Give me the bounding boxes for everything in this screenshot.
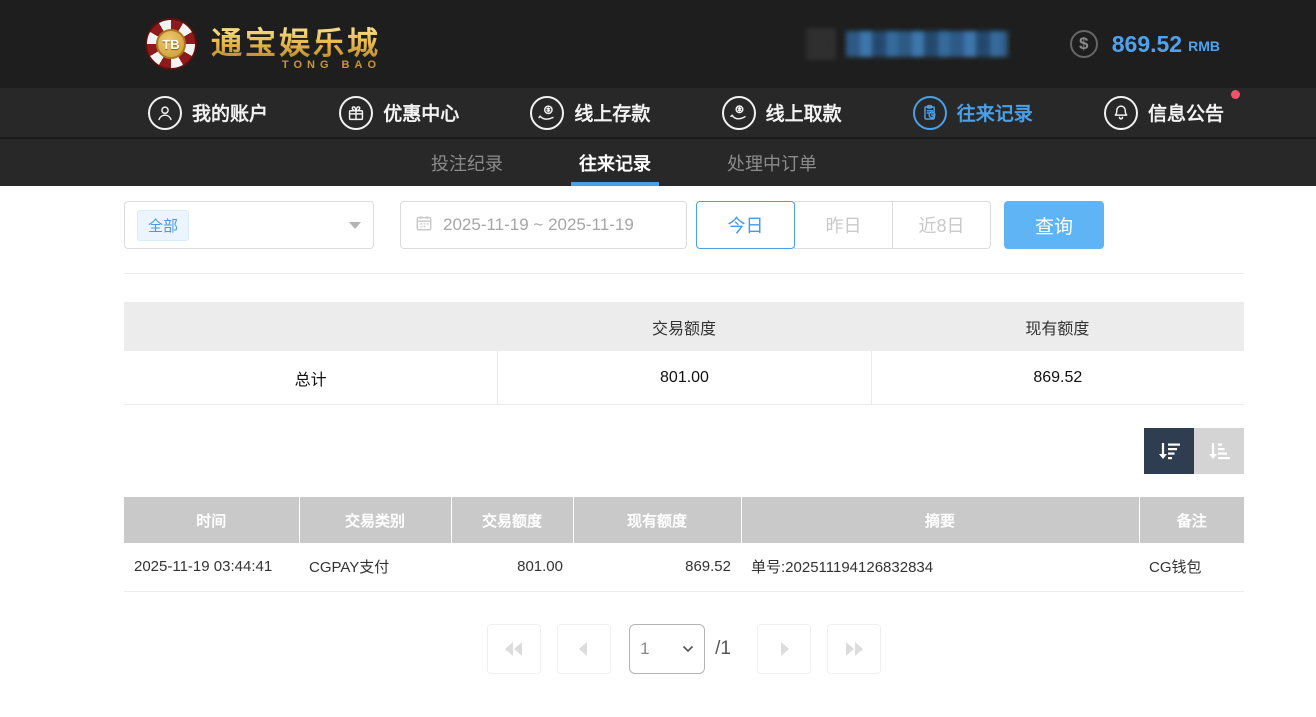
current-page: 1 xyxy=(640,639,649,659)
next-page-button[interactable] xyxy=(757,624,811,674)
nav-item-my-account[interactable]: 我的账户 xyxy=(148,96,268,130)
col-header-summary: 摘要 xyxy=(741,497,1139,543)
sort-ascending-button[interactable] xyxy=(1194,428,1244,474)
subtab-label: 投注纪录 xyxy=(431,150,503,176)
total-pages: /1 xyxy=(715,638,731,660)
nav-label: 我的账户 xyxy=(192,99,268,126)
summary-total-row: 总计 801.00 869.52 xyxy=(124,351,1244,405)
dollar-circle-icon: $ xyxy=(1070,30,1098,58)
sort-desc-icon xyxy=(1155,439,1183,463)
subtab-label: 处理中订单 xyxy=(727,150,817,176)
cell-balance: 869.52 xyxy=(573,543,741,591)
nav-label: 信息公告 xyxy=(1148,99,1224,126)
brand-name-en: TONG BAO xyxy=(282,59,381,71)
balance-amount: 869.52 xyxy=(1112,31,1182,58)
double-left-arrow-icon xyxy=(502,640,526,658)
quick-range-today[interactable]: 今日 xyxy=(696,201,795,249)
filter-bar: 全部 2025-11-19 ~ 2025-11-19 今日 昨日 近8日 查询 xyxy=(124,201,1244,249)
active-tab-underline xyxy=(571,182,659,186)
records-table: 时间 交易类别 交易额度 现有额度 摘要 备注 2025-11-19 03:44… xyxy=(124,497,1244,592)
top-header: TB 通宝娱乐城 TONG BAO $ 869.52 RMB xyxy=(0,0,1316,88)
cell-amount: 801.00 xyxy=(451,543,573,591)
quick-range-last8days[interactable]: 近8日 xyxy=(892,201,991,249)
user-area: $ 869.52 RMB xyxy=(806,28,1220,60)
records-icon xyxy=(913,96,947,130)
summary-total-label: 总计 xyxy=(124,351,497,404)
sub-nav: 投注纪录 往来记录 处理中订单 xyxy=(0,137,1316,186)
col-header-balance: 现有额度 xyxy=(573,497,741,543)
col-header-amount: 交易额度 xyxy=(451,497,573,543)
brand-logo[interactable]: TB 通宝娱乐城 TONG BAO xyxy=(145,18,381,71)
col-header-type: 交易类别 xyxy=(299,497,451,543)
nav-item-records[interactable]: 往来记录 xyxy=(913,96,1033,130)
sort-asc-icon xyxy=(1205,439,1233,463)
avatar[interactable] xyxy=(806,28,836,60)
right-arrow-icon xyxy=(775,640,793,658)
notification-dot xyxy=(1231,90,1240,99)
balance-currency: RMB xyxy=(1188,38,1220,54)
date-range-input[interactable]: 2025-11-19 ~ 2025-11-19 xyxy=(400,201,687,249)
chevron-down-icon xyxy=(682,640,694,658)
sort-descending-button[interactable] xyxy=(1144,428,1194,474)
nav-label: 线上取款 xyxy=(766,99,842,126)
summary-table: 交易额度 现有额度 总计 801.00 869.52 xyxy=(124,302,1244,405)
section-divider xyxy=(124,273,1244,274)
chip-label: TB xyxy=(156,29,186,59)
prev-page-button[interactable] xyxy=(557,624,611,674)
first-page-button[interactable] xyxy=(487,624,541,674)
cell-summary: 单号:202511194126832834 xyxy=(741,543,1139,591)
double-right-arrow-icon xyxy=(842,640,866,658)
cell-type: CGPAY支付 xyxy=(299,543,451,591)
last-page-button[interactable] xyxy=(827,624,881,674)
summary-total-balance: 869.52 xyxy=(871,351,1244,404)
nav-item-deposit[interactable]: 线上存款 xyxy=(530,96,650,130)
user-icon xyxy=(148,96,182,130)
search-button[interactable]: 查询 xyxy=(1004,201,1104,249)
sort-bar xyxy=(124,428,1244,474)
summary-header-row: 交易额度 现有额度 xyxy=(124,302,1244,351)
caret-down-icon xyxy=(349,222,361,229)
brand-name: 通宝娱乐城 xyxy=(211,18,381,63)
selected-type-tag: 全部 xyxy=(137,210,189,241)
withdraw-icon xyxy=(722,96,756,130)
main-content: 全部 2025-11-19 ~ 2025-11-19 今日 昨日 近8日 查询 … xyxy=(0,201,1244,674)
left-arrow-icon xyxy=(575,640,593,658)
type-select[interactable]: 全部 xyxy=(124,201,374,249)
tab-pending-orders[interactable]: 处理中订单 xyxy=(707,139,837,186)
col-header-note: 备注 xyxy=(1139,497,1244,543)
records-header-row: 时间 交易类别 交易额度 现有额度 摘要 备注 xyxy=(124,497,1244,543)
summary-header-transaction: 交易额度 xyxy=(497,315,870,339)
quick-range-group: 今日 昨日 近8日 xyxy=(696,201,991,249)
cell-note: CG钱包 xyxy=(1139,543,1244,591)
bell-icon xyxy=(1104,96,1138,130)
nav-label: 线上存款 xyxy=(574,99,650,126)
balance[interactable]: $ 869.52 RMB xyxy=(1070,30,1220,58)
date-range-value: 2025-11-19 ~ 2025-11-19 xyxy=(443,215,634,235)
calendar-icon xyxy=(415,214,433,237)
nav-label: 优惠中心 xyxy=(383,99,459,126)
page-select[interactable]: 1 xyxy=(629,624,705,674)
subtab-label: 往来记录 xyxy=(579,150,651,176)
summary-header-balance: 现有额度 xyxy=(871,315,1244,339)
nav-item-withdraw[interactable]: 线上取款 xyxy=(722,96,842,130)
nav-label: 往来记录 xyxy=(957,99,1033,126)
tab-transaction-records[interactable]: 往来记录 xyxy=(559,139,671,186)
summary-total-transaction: 801.00 xyxy=(497,351,870,404)
gift-icon xyxy=(339,96,373,130)
quick-range-yesterday[interactable]: 昨日 xyxy=(794,201,893,249)
cell-time: 2025-11-19 03:44:41 xyxy=(124,543,299,591)
main-nav: 我的账户 优惠中心 线上存款 线上取款 往来记录 信息公告 xyxy=(0,88,1316,137)
brand-text: 通宝娱乐城 TONG BAO xyxy=(211,18,381,71)
tab-bet-records[interactable]: 投注纪录 xyxy=(411,139,523,186)
nav-item-promotions[interactable]: 优惠中心 xyxy=(339,96,459,130)
pagination: 1 /1 xyxy=(124,624,1244,674)
table-row: 2025-11-19 03:44:41 CGPAY支付 801.00 869.5… xyxy=(124,543,1244,591)
username-redacted xyxy=(846,31,1008,57)
col-header-time: 时间 xyxy=(124,497,299,543)
deposit-icon xyxy=(530,96,564,130)
poker-chip-icon: TB xyxy=(145,18,197,70)
nav-item-announcements[interactable]: 信息公告 xyxy=(1104,96,1224,130)
